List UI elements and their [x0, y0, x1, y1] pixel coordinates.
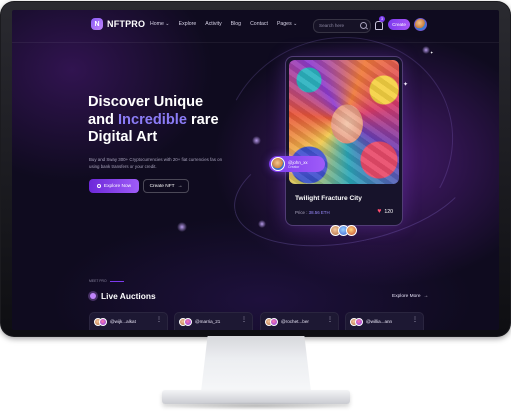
explore-more-label: Explore More: [392, 294, 421, 299]
decorative-glow: [422, 46, 430, 54]
explore-more-link[interactable]: Explore More →: [392, 294, 428, 299]
like-count: 120: [384, 208, 393, 215]
user-avatar[interactable]: [414, 18, 427, 31]
nft-price: Price : 38.56 ETH: [295, 210, 330, 215]
price-value: 38.56 ETH: [308, 210, 330, 215]
sparkle-icon: ✦: [430, 50, 434, 55]
hero-subtitle: Buy and Sway 300+ Cryptocurrencies with …: [89, 157, 223, 169]
auction-user: @marria_21: [195, 319, 221, 324]
explore-now-label: Explore Now: [103, 183, 132, 189]
more-options-icon[interactable]: ⋮: [327, 317, 333, 323]
screen: ✦ ✦ N NFTPRO Home ⌄ Explore Activity Blo…: [12, 10, 499, 330]
auction-avatars: [265, 318, 279, 326]
creator-role: Creator: [288, 164, 300, 169]
nav-item-activity[interactable]: Activity: [205, 21, 221, 27]
auction-avatars: [350, 318, 364, 326]
monitor-stand-neck: [201, 336, 311, 392]
compass-icon: [96, 184, 101, 188]
creator-info: @john_xx Creator: [288, 160, 308, 169]
hero-title-accent: Incredible: [118, 111, 187, 128]
hero-title-rare: rare: [186, 111, 219, 128]
auction-user: @willia...ann: [366, 319, 393, 324]
decorative-glow: [177, 222, 187, 232]
section-tag-line: [109, 280, 124, 282]
more-options-icon[interactable]: ⋮: [156, 317, 162, 323]
sparkle-icon: ✦: [403, 82, 409, 88]
auction-user: @rochet...ber: [281, 319, 309, 324]
auction-avatars: [94, 318, 108, 326]
header-create-button[interactable]: Create: [388, 19, 410, 30]
explore-now-button[interactable]: Explore Now: [89, 179, 139, 193]
decorative-glow: [258, 220, 266, 228]
price-label: Price :: [295, 210, 309, 215]
owner-avatars: [330, 225, 357, 236]
logo-icon: N: [91, 18, 103, 30]
live-auctions-heading: Live Auctions: [90, 291, 156, 301]
hero-title-line1: Discover Unique: [88, 94, 204, 110]
create-nft-button[interactable]: Create NFT →: [143, 179, 189, 193]
nav-item-explore[interactable]: Explore: [179, 21, 197, 27]
main-nav: Home ⌄ Explore Activity Blog Contact Pag…: [150, 21, 297, 27]
more-options-icon[interactable]: ⋮: [241, 317, 247, 323]
featured-nft-card[interactable]: Twilight Fracture City Price : 38.56 ETH…: [285, 56, 403, 226]
nav-item-home[interactable]: Home ⌄: [150, 21, 170, 27]
nav-item-contact[interactable]: Contact: [250, 21, 268, 27]
search-box: [313, 19, 371, 33]
owner-avatar[interactable]: [346, 225, 357, 236]
section-tag: MEET PRO: [89, 279, 124, 283]
site-header: N NFTPRO Home ⌄ Explore Activity Blog Co…: [12, 10, 499, 43]
brand-name: NFTPRO: [107, 19, 146, 29]
auction-card[interactable]: @rochet...ber ⋮: [260, 312, 339, 330]
auction-card[interactable]: @willia...ann ⋮: [345, 312, 424, 330]
creator-chip[interactable]: @john_xx Creator: [269, 156, 325, 172]
search-icon[interactable]: [360, 22, 367, 29]
auction-avatars: [179, 318, 193, 326]
nav-item-blog[interactable]: Blog: [231, 21, 241, 27]
bell-icon[interactable]: [375, 21, 383, 30]
arrow-right-icon: →: [423, 294, 429, 299]
nav-item-pages[interactable]: Pages ⌄: [277, 21, 298, 27]
monitor-stand-shadow: [160, 402, 352, 410]
notification-badge: 3: [379, 16, 385, 22]
section-tag-label: MEET PRO: [89, 279, 107, 283]
nft-title: Twilight Fracture City: [295, 195, 362, 202]
live-indicator-icon: [90, 293, 96, 299]
auction-user: @wijk...alkat: [110, 319, 136, 324]
hero-title: Discover Unique and Incredible rare Digi…: [88, 94, 258, 147]
arrow-right-icon: →: [177, 183, 183, 189]
brand-logo[interactable]: N NFTPRO: [91, 18, 145, 30]
like-counter[interactable]: ♥ 120: [377, 208, 393, 215]
auction-card[interactable]: @wijk...alkat ⋮: [89, 312, 168, 330]
auction-card[interactable]: @marria_21 ⋮: [174, 312, 253, 330]
more-options-icon[interactable]: ⋮: [412, 317, 418, 323]
heart-icon: ♥: [377, 208, 382, 215]
hero-title-line3: Digital Art: [88, 129, 158, 145]
live-auctions-title: Live Auctions: [101, 291, 156, 301]
create-nft-label: Create NFT: [149, 183, 175, 189]
hero-title-and: and: [88, 111, 118, 128]
creator-avatar: [271, 157, 285, 171]
search-input[interactable]: [319, 21, 359, 30]
